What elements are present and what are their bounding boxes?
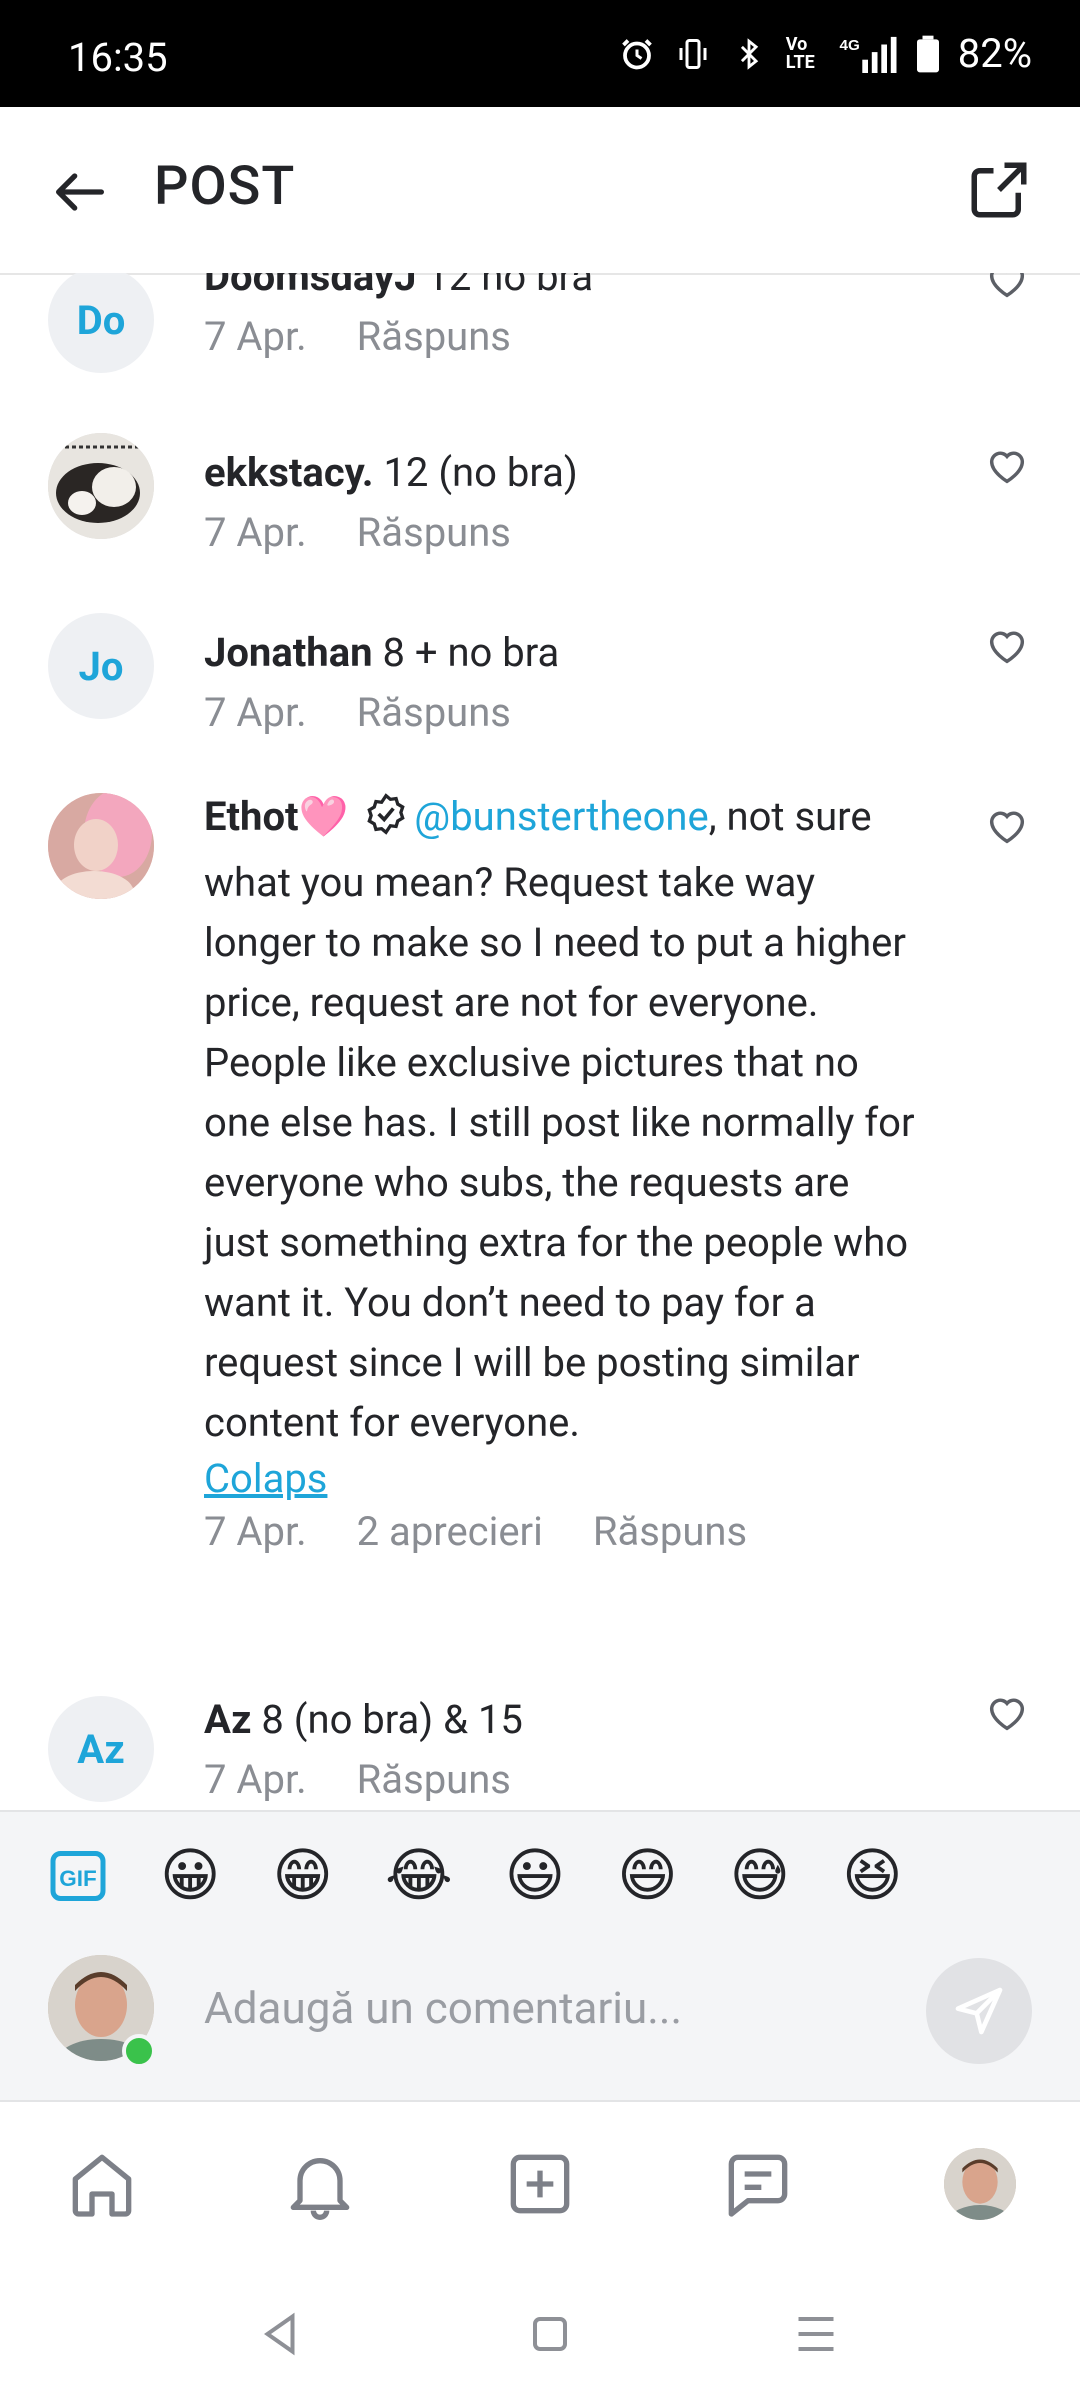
gif-icon[interactable]: GIF: [48, 1846, 108, 1906]
bell-icon[interactable]: [278, 2142, 362, 2226]
svg-text:4G: 4G: [839, 37, 859, 54]
mention-link[interactable]: @bunstertheone: [414, 793, 708, 840]
avatar[interactable]: Jo: [48, 613, 154, 719]
comment-date: 7 Apr.: [204, 313, 307, 360]
system-navigation: [0, 2264, 1080, 2400]
arrow-left-icon[interactable]: [48, 160, 112, 224]
add-icon[interactable]: [498, 2142, 582, 2226]
profile-avatar[interactable]: [938, 2142, 1022, 2226]
share-icon[interactable]: [966, 157, 1032, 223]
alarm-icon: [618, 35, 656, 73]
collapse-link[interactable]: Colaps: [204, 1455, 327, 1502]
comment-author[interactable]: Jonathan: [204, 629, 373, 676]
emoji-button[interactable]: 😆: [842, 1846, 902, 1906]
comment-author[interactable]: ekkstacy.: [204, 449, 374, 496]
emoji-button[interactable]: 😄: [617, 1846, 677, 1906]
heart-icon[interactable]: [984, 1690, 1030, 1736]
comment-composer: GIF 😀 😁 😂 😃 😄 😅 😆 Adaugă un comentariu..…: [0, 1810, 1080, 2102]
home-square-icon[interactable]: [520, 2304, 580, 2364]
battery-level: 82%: [957, 30, 1032, 77]
comment-text: 12 (no bra): [373, 449, 578, 496]
battery-icon: [916, 35, 940, 73]
avatar[interactable]: Do: [48, 273, 154, 373]
volte-icon: Vo LTE: [785, 33, 815, 73]
status-bar: 16:35 Vo LTE 4G 82%: [0, 0, 1080, 107]
heart-icon[interactable]: [984, 443, 1030, 489]
comment-date: 7 Apr.: [204, 1508, 307, 1555]
reply-button[interactable]: Răspuns: [357, 1756, 511, 1803]
avatar[interactable]: [48, 793, 154, 899]
emoji-button[interactable]: 😅: [730, 1846, 790, 1906]
heart-icon[interactable]: [984, 273, 1030, 303]
online-status-dot: [122, 2034, 156, 2068]
status-time: 16:35: [68, 34, 168, 81]
vibrate-icon: [674, 35, 712, 73]
bluetooth-icon: [730, 35, 768, 73]
reply-button[interactable]: Răspuns: [593, 1508, 747, 1555]
emoji-row: GIF 😀 😁 😂 😃 😄 😅 😆: [48, 1846, 903, 1906]
status-icons: Vo LTE 4G 82%: [618, 30, 1032, 77]
send-button[interactable]: [926, 1958, 1032, 2064]
comment-text: , not sure what you mean? Request take w…: [204, 793, 915, 1446]
comment-input[interactable]: Adaugă un comentariu...: [204, 1982, 682, 2034]
emoji-button[interactable]: 😀: [160, 1846, 220, 1906]
reply-button[interactable]: Răspuns: [357, 689, 511, 736]
reply-button[interactable]: Răspuns: [357, 313, 511, 360]
back-triangle-icon[interactable]: [250, 2304, 310, 2364]
comments-list[interactable]: Do DoomsdayJ 12 no bra 7 Apr. Răspuns ekk…: [0, 273, 1080, 1810]
comment-date: 7 Apr.: [204, 509, 307, 556]
emoji-button[interactable]: 😁: [272, 1846, 332, 1906]
comment-date: 7 Apr.: [204, 689, 307, 736]
comment-date: 7 Apr.: [204, 1756, 307, 1803]
gif-label: GIF: [59, 1866, 97, 1891]
avatar[interactable]: Az: [48, 1696, 154, 1802]
likes-count[interactable]: 2 aprecieri: [357, 1508, 543, 1555]
home-icon[interactable]: [60, 2142, 144, 2226]
comment-text: 8 (no bra) & 15: [251, 1696, 523, 1743]
page-title: POST: [154, 155, 296, 218]
comment-author[interactable]: Ethot: [204, 793, 299, 840]
comment-author[interactable]: Az: [204, 1696, 251, 1743]
comment-text: 8 + no bra: [372, 629, 560, 676]
post-header: POST: [0, 107, 1080, 275]
emoji-button[interactable]: 😃: [505, 1846, 565, 1906]
messages-icon[interactable]: [716, 2142, 800, 2226]
reply-button[interactable]: Răspuns: [357, 509, 511, 556]
bottom-navigation: [0, 2100, 1080, 2266]
comment-text: 12 no bra: [416, 273, 594, 300]
recents-menu-icon[interactable]: [786, 2304, 846, 2364]
4g-signal-icon: 4G: [838, 35, 898, 73]
verified-icon: [364, 792, 408, 853]
avatar[interactable]: [48, 433, 154, 539]
heart-icon[interactable]: [984, 803, 1030, 849]
heart-icon[interactable]: [984, 623, 1030, 669]
heart-emoji: 🩷: [298, 793, 349, 840]
comment-author[interactable]: DoomsdayJ: [204, 273, 416, 300]
emoji-button[interactable]: 😂: [385, 1846, 453, 1906]
